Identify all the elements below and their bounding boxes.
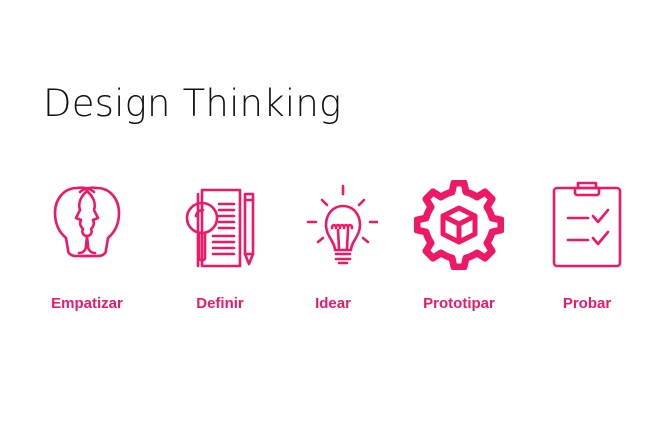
page-title: Design Thinking: [43, 82, 342, 125]
step-label-empatizar: Empatizar: [51, 295, 123, 312]
clipboard-checklist-icon: [552, 181, 622, 268]
magnifier-document-pencil-icon: [185, 188, 255, 268]
step-label-prototipar: Prototipar: [423, 295, 495, 312]
step-empatizar: Empatizar: [32, 180, 142, 320]
step-label-probar: Probar: [562, 295, 612, 312]
step-probar: Probar: [532, 180, 642, 320]
step-definir: Definir: [165, 180, 275, 320]
step-idear: Idear: [278, 180, 388, 320]
step-label-idear: Idear: [315, 295, 351, 312]
lightbulb-icon: [306, 184, 378, 265]
gear-cube-icon: [414, 180, 504, 270]
step-label-definir: Definir: [196, 295, 244, 312]
step-prototipar: Prototipar: [404, 180, 514, 320]
two-heads-icon: [53, 186, 121, 258]
